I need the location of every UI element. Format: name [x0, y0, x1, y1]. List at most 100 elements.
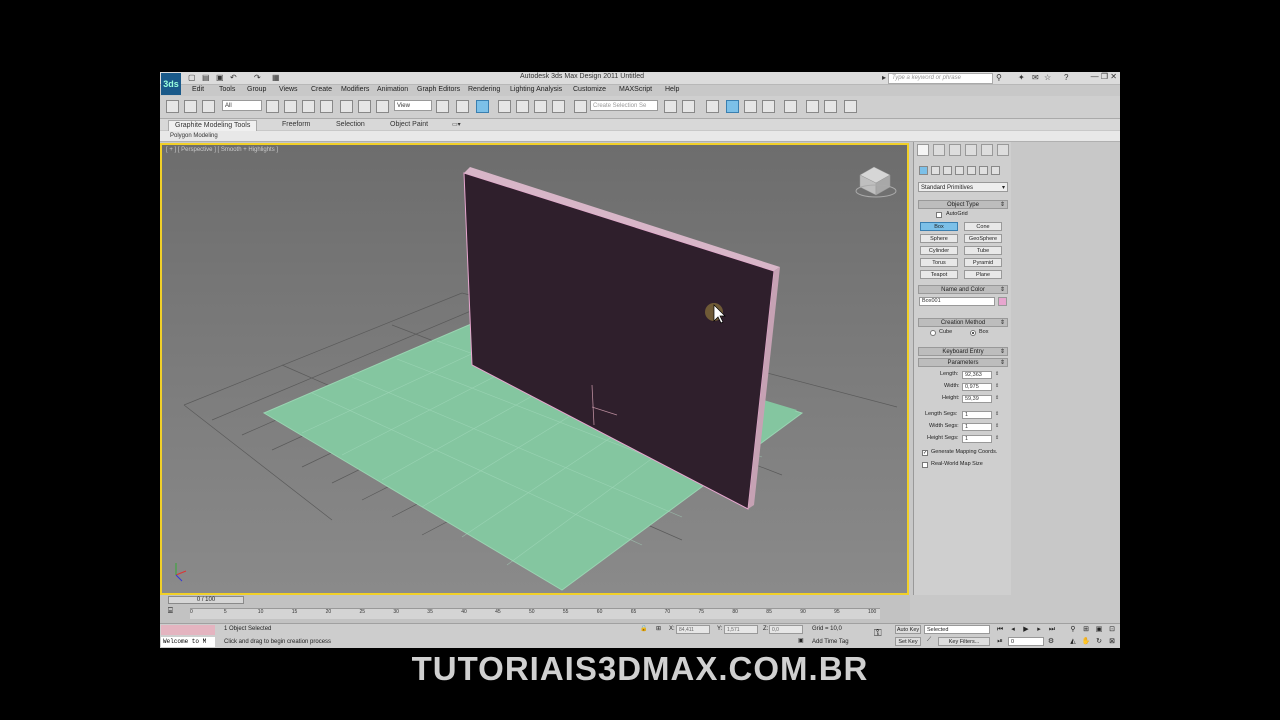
maxscript-mini-listener[interactable]: Welcome to M	[161, 637, 215, 647]
teapot-button[interactable]: Teapot	[920, 270, 958, 279]
undo-icon[interactable]: ↶	[230, 73, 237, 82]
tab-freeform[interactable]: Freeform	[276, 120, 316, 130]
zoom-extents-icon[interactable]: ▣	[1094, 625, 1104, 634]
open-file-icon[interactable]: ▤	[202, 73, 210, 82]
search-input[interactable]: Type a keyword or phrase	[888, 73, 993, 84]
tab-graphite-modeling-tools[interactable]: Graphite Modeling Tools	[168, 120, 258, 131]
tube-button[interactable]: Tube	[964, 246, 1002, 255]
hierarchy-tab-icon[interactable]	[949, 144, 961, 156]
select-by-name-icon[interactable]	[284, 100, 297, 113]
x-coordinate-field[interactable]: 84,411	[676, 625, 710, 634]
lights-icon[interactable]	[943, 166, 952, 175]
project-folder-icon[interactable]: ▦	[272, 73, 280, 82]
pyramid-button[interactable]: Pyramid	[964, 258, 1002, 267]
menu-graph-editors[interactable]: Graph Editors	[417, 86, 460, 93]
sphere-button[interactable]: Sphere	[920, 234, 958, 243]
menu-group[interactable]: Group	[247, 86, 266, 93]
current-frame-field[interactable]: 0	[1008, 637, 1044, 646]
window-crossing-icon[interactable]	[320, 100, 333, 113]
track-bar[interactable]: 0 5 10 15 20 25 30 35 40 45 50 55 60 65 70 75 80 85 90 95 10…	[190, 608, 880, 619]
bind-space-warp-icon[interactable]	[202, 100, 215, 113]
spinner-snap-icon[interactable]	[552, 100, 565, 113]
tab-object-paint[interactable]: Object Paint	[384, 120, 434, 130]
cube-radio[interactable]	[930, 330, 936, 336]
menu-edit[interactable]: Edit	[192, 86, 204, 93]
zoom-all-icon[interactable]: ⊞	[1081, 625, 1091, 634]
mirror-icon[interactable]	[664, 100, 677, 113]
save-file-icon[interactable]: ▣	[216, 73, 224, 82]
helpers-icon[interactable]	[967, 166, 976, 175]
time-slider[interactable]: 0 / 100	[168, 596, 244, 604]
geosphere-button[interactable]: GeoSphere	[964, 234, 1002, 243]
schematic-view-icon[interactable]	[762, 100, 775, 113]
modify-tab-icon[interactable]	[933, 144, 945, 156]
primitive-category-dropdown[interactable]: Standard Primitives	[918, 182, 1008, 193]
torus-button[interactable]: Torus	[920, 258, 958, 267]
favorites-icon[interactable]: ☆	[1044, 73, 1051, 82]
creation-method-rollout[interactable]: Creation Method	[918, 318, 1008, 327]
key-filters-button[interactable]: Key Filters...	[938, 637, 990, 646]
space-warps-icon[interactable]	[979, 166, 988, 175]
menu-rendering[interactable]: Rendering	[468, 86, 500, 93]
menu-views[interactable]: Views	[279, 86, 298, 93]
pan-icon[interactable]: ✋	[1081, 637, 1091, 646]
rotate-icon[interactable]	[358, 100, 371, 113]
cylinder-button[interactable]: Cylinder	[920, 246, 958, 255]
width-field[interactable]: 0,975	[962, 383, 992, 391]
set-key-button[interactable]: Set Key	[895, 637, 921, 646]
redo-icon[interactable]: ↷	[254, 73, 261, 82]
add-time-tag[interactable]: Add Time Tag	[812, 639, 849, 645]
snaps-toggle-icon[interactable]	[498, 100, 511, 113]
zoom-icon[interactable]: ⚲	[1068, 625, 1078, 634]
unlink-icon[interactable]	[184, 100, 197, 113]
play-icon[interactable]: ▶	[1021, 625, 1031, 634]
go-to-end-icon[interactable]: ⏭	[1047, 625, 1057, 634]
select-link-icon[interactable]	[166, 100, 179, 113]
plane-button[interactable]: Plane	[964, 270, 1002, 279]
geometry-icon[interactable]	[919, 166, 928, 175]
length-spinner-icon[interactable]: ⇕	[995, 371, 999, 377]
time-config-icon[interactable]: ⚙	[1046, 637, 1056, 646]
parameters-rollout[interactable]: Parameters	[918, 358, 1008, 367]
key-mode-dropdown[interactable]: Selected	[924, 625, 990, 634]
track-bar-icon[interactable]: ⌸	[168, 606, 173, 616]
pivot-center-icon[interactable]	[436, 100, 449, 113]
maxscript-listener-mini[interactable]	[161, 625, 215, 635]
height-segs-spinner-icon[interactable]: ⇕	[995, 435, 999, 441]
cone-button[interactable]: Cone	[964, 222, 1002, 231]
named-selection-input[interactable]: Create Selection Se	[590, 100, 658, 111]
key-icon[interactable]: ⚿	[874, 628, 882, 639]
rect-selection-icon[interactable]	[302, 100, 315, 113]
generate-mapping-checkbox[interactable]: ✓	[922, 450, 928, 456]
box-radio[interactable]	[970, 330, 976, 336]
fov-icon[interactable]: ◭	[1068, 637, 1078, 646]
tab-selection[interactable]: Selection	[330, 120, 371, 130]
layer-manager-icon[interactable]	[706, 100, 719, 113]
z-coordinate-field[interactable]: 0,0	[769, 625, 803, 634]
render-production-icon[interactable]	[844, 100, 857, 113]
ribbon-options-icon[interactable]: ▭▾	[446, 120, 467, 130]
shapes-icon[interactable]	[931, 166, 940, 175]
keyboard-shortcut-override-icon[interactable]	[476, 100, 489, 113]
menu-create[interactable]: Create	[311, 86, 332, 93]
previous-frame-icon[interactable]: ◂	[1008, 625, 1018, 634]
move-icon[interactable]	[340, 100, 353, 113]
y-coordinate-field[interactable]: 1,571	[724, 625, 758, 634]
real-world-checkbox[interactable]	[922, 462, 928, 468]
material-editor-icon[interactable]	[784, 100, 797, 113]
graphite-toggle-icon[interactable]	[726, 100, 739, 113]
object-color-swatch[interactable]	[998, 297, 1007, 306]
key-mode-toggle-icon[interactable]: ⏯	[995, 637, 1005, 646]
height-spinner-icon[interactable]: ⇕	[995, 395, 999, 401]
orbit-icon[interactable]: ↻	[1094, 637, 1104, 646]
auto-key-button[interactable]: Auto Key	[895, 625, 921, 634]
width-segs-spinner-icon[interactable]: ⇕	[995, 423, 999, 429]
maximize-viewport-icon[interactable]: ⊠	[1107, 637, 1117, 646]
zoom-extents-all-icon[interactable]: ⊡	[1107, 625, 1117, 634]
edit-named-selection-icon[interactable]	[574, 100, 587, 113]
height-field[interactable]: 59,39	[962, 395, 992, 403]
create-tab-icon[interactable]	[917, 144, 929, 156]
name-color-rollout[interactable]: Name and Color	[918, 285, 1008, 294]
width-segs-field[interactable]: 1	[962, 423, 992, 431]
render-setup-icon[interactable]	[806, 100, 819, 113]
